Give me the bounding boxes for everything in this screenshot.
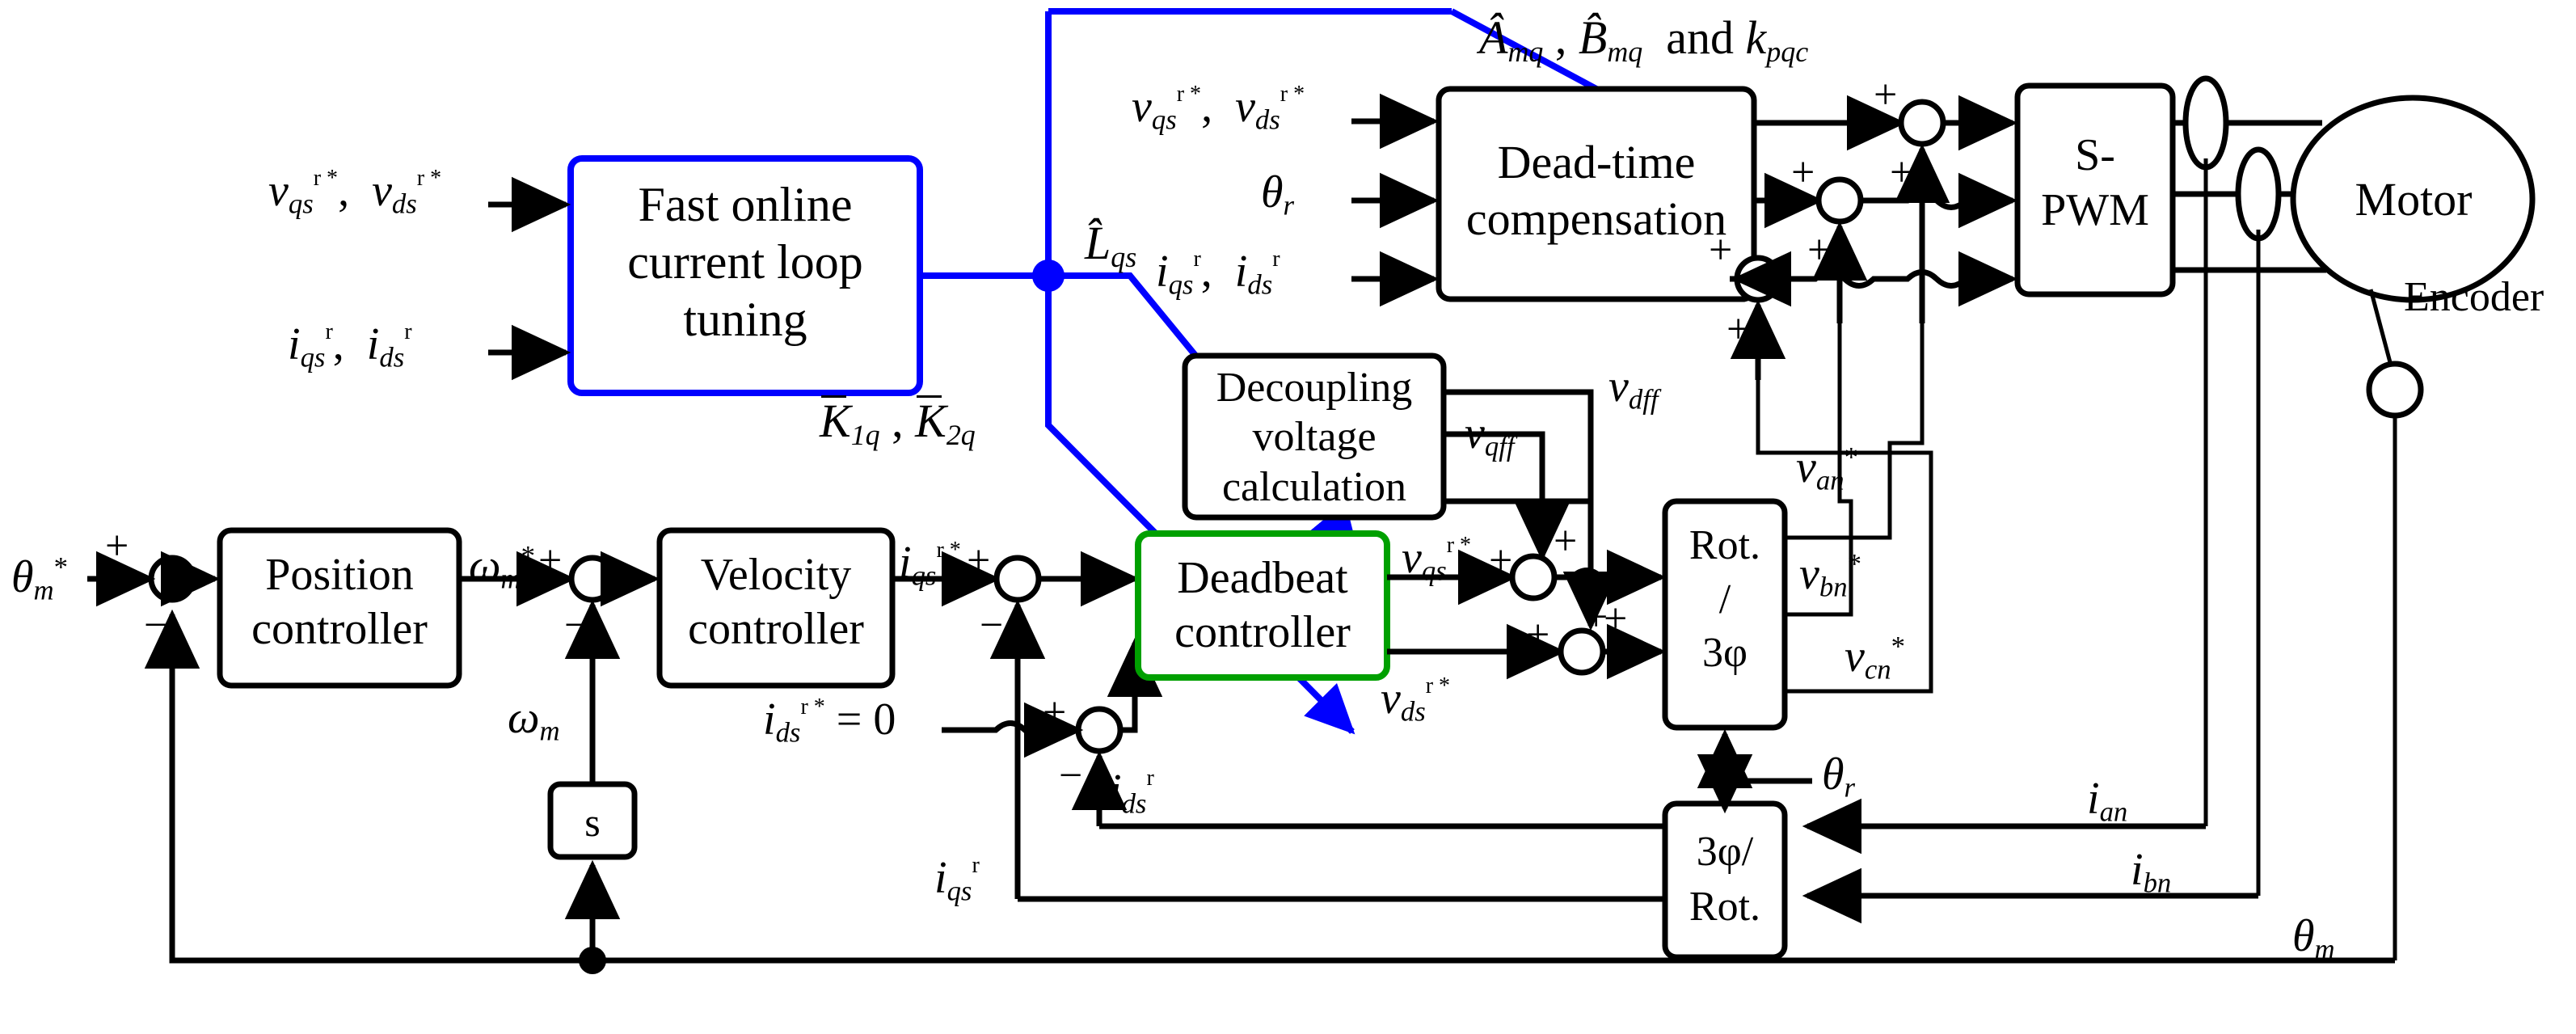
- label-iqs-ref: iqsr *: [899, 537, 961, 592]
- label-spwm: S- PWM: [2017, 128, 2173, 238]
- label-vds-ref: vdsr *: [1381, 673, 1451, 728]
- deadbeat-line2: controller: [1174, 607, 1351, 658]
- 3phrot-line1: 3φ/: [1696, 829, 1754, 875]
- position-ctrl-line2: controller: [251, 604, 428, 655]
- sum-junction-iqs: [993, 555, 1042, 603]
- label-ibn: ibn: [2131, 845, 2172, 899]
- sign-plus-sum-b-left: +: [1791, 150, 1815, 196]
- sign-plus-sum-c-left: +: [1709, 227, 1733, 273]
- label-van-ref: van*: [1796, 441, 1858, 496]
- current-sensor-a-icon: [2182, 75, 2229, 171]
- wire-sumb-to-spwm: [1861, 172, 2018, 229]
- sign-plus-velocity-sum: +: [538, 538, 563, 584]
- velocity-ctrl-line1: Velocity: [700, 550, 852, 600]
- label-vbn-ref: vbn*: [1799, 547, 1861, 603]
- junction-dot-theta-m: [579, 947, 606, 974]
- label-theta-m-fb: θm: [2292, 911, 2335, 965]
- label-derivative-s: s: [550, 802, 635, 842]
- label-K-gains: K1q , K2q: [820, 395, 976, 452]
- encoder-body[interactable]: [2366, 361, 2424, 419]
- spwm-line1: S-: [2075, 130, 2115, 180]
- fast-tuning-line2: current loop: [627, 234, 863, 289]
- wire-motor-to-encoder: [2368, 289, 2393, 366]
- label-decoupling-voltage: Decoupling voltage calculation: [1187, 363, 1442, 512]
- sign-plus-vds-sum-left: +: [1526, 612, 1550, 658]
- sum-junction-velocity: [568, 555, 617, 603]
- sign-plus-sum-c-bottom: +: [1726, 306, 1751, 352]
- label-vqds-ref-tuning: vqsr *, vdsr *: [268, 165, 442, 220]
- label-omega-m-ref: ωm*: [469, 539, 535, 595]
- sign-plus-rot3ph-input: +: [1584, 594, 1608, 640]
- sign-minus-position-sum: −: [144, 602, 168, 648]
- sign-plus-vqs-sum-left: +: [1489, 538, 1513, 584]
- sign-plus-sum-a-bottom: +: [1890, 150, 1914, 196]
- label-vdff: vdff: [1608, 361, 1659, 416]
- deadbeat-line1: Deadbeat: [1177, 553, 1348, 603]
- sum-junction-ids: [1075, 706, 1124, 754]
- wire-ids-sum-to-deadbeat: [1107, 637, 1163, 733]
- label-motor: Motor: [2313, 176, 2514, 223]
- motor-text: Motor: [2355, 173, 2473, 226]
- label-3ph-to-rot: 3φ/ Rot.: [1665, 825, 1785, 934]
- block-diagram-canvas: Fast online current loop tuning Dead-tim…: [0, 0, 2576, 1034]
- label-thetar-deadtime: θr: [1261, 167, 1295, 222]
- label-velocity-controller: Velocity controller: [661, 548, 891, 656]
- sum-junction-position: [148, 555, 196, 603]
- fast-tuning-line3: tuning: [683, 292, 807, 346]
- label-iqds-deadtime: iqsr, idsr: [1156, 246, 1280, 301]
- decoupling-line3: calculation: [1221, 463, 1407, 510]
- wire-van-out: [1785, 323, 1925, 540]
- label-vqff: vqff: [1465, 408, 1515, 462]
- label-estimates-top: Âmq , B̂mq and kpqc: [1479, 11, 1809, 69]
- sign-minus-velocity-sum: −: [564, 602, 588, 648]
- decoupling-line1: Decoupling: [1216, 365, 1413, 411]
- fast-tuning-line1: Fast online: [638, 178, 853, 231]
- position-ctrl-line1: Position: [265, 550, 414, 600]
- sign-plus-sum-a-left: +: [1874, 72, 1898, 118]
- label-deadbeat-controller: Deadbeat controller: [1140, 551, 1385, 660]
- sign-plus-sum-b-bottom: +: [1807, 227, 1832, 273]
- sum-junction-vqs: [1509, 553, 1558, 601]
- wire-sumc-to-spwm: [1779, 251, 2018, 307]
- sign-plus-vqs-sum-top: +: [1554, 518, 1578, 564]
- sign-minus-iqs-sum: −: [980, 602, 1004, 648]
- label-vcn-ref: vcn*: [1845, 630, 1905, 686]
- label-vqds-ref-deadtime: vqsr *, vdsr *: [1132, 81, 1305, 136]
- wire-vqs-to-rot3ph: [1554, 549, 1667, 606]
- label-theta-r-rot: θr: [1822, 749, 1856, 804]
- sum-junction-a: [1898, 99, 1946, 147]
- 3phrot-line2: Rot.: [1689, 883, 1761, 930]
- current-sensor-b-icon: [2235, 146, 2282, 242]
- label-ids-fb: idsr: [1109, 765, 1154, 820]
- dead-time-line1: Dead-time: [1497, 136, 1696, 188]
- encoder-text: Encoder: [2404, 274, 2544, 320]
- label-ian: ian: [2087, 774, 2128, 828]
- decoupling-line2: voltage: [1252, 414, 1377, 461]
- label-Lqs-hat: L̂qs: [1085, 217, 1137, 274]
- label-position-controller: Position controller: [221, 548, 457, 656]
- rot3ph-line3: 3φ: [1701, 630, 1748, 677]
- label-rot-to-3ph: Rot. / 3φ: [1665, 519, 1785, 681]
- rot3ph-line1: Rot.: [1689, 522, 1761, 568]
- label-iqds-tuning: iqsr, idsr: [288, 319, 412, 374]
- sign-minus-ids-sum: −: [1059, 753, 1083, 799]
- label-encoder: Encoder: [2404, 276, 2544, 319]
- sum-junction-b: [1815, 176, 1864, 225]
- label-omega-m-fb: ωm: [508, 693, 560, 747]
- label-iqs-fb: iqsr: [934, 852, 980, 907]
- velocity-ctrl-line2: controller: [688, 604, 864, 655]
- spwm-line2: PWM: [2041, 185, 2149, 236]
- rot3ph-line2: /: [1718, 576, 1731, 623]
- label-ids-ref-zero: idsr * = 0: [763, 694, 896, 749]
- sign-plus-position-sum: +: [105, 523, 129, 569]
- label-fast-online-tuning: Fast online current loop tuning: [584, 176, 907, 348]
- sign-plus-iqs-sum: +: [967, 538, 991, 584]
- sign-plus-ids-sum: +: [1043, 690, 1067, 736]
- derivative-text: s: [584, 800, 601, 845]
- diagram-svg: [87, 8, 2536, 974]
- junction-dot-blue: [1032, 260, 1065, 292]
- label-theta-m-ref: θm*: [11, 551, 68, 606]
- label-vqs-ref: vqsr *: [1402, 532, 1472, 587]
